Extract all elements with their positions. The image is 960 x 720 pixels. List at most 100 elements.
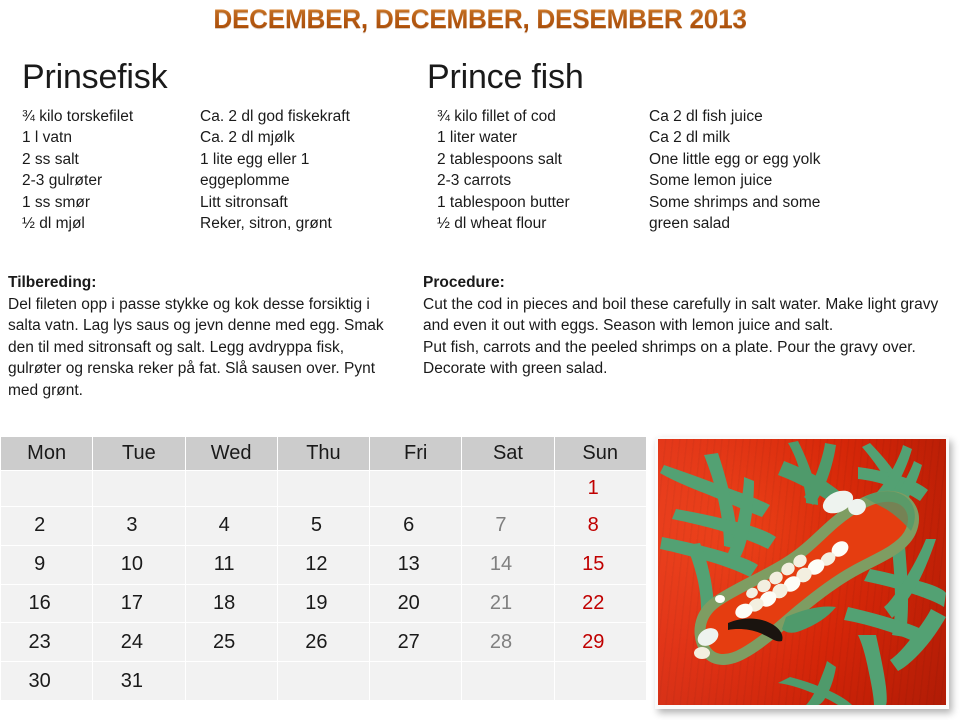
calendar-day-cell[interactable]: 9	[0, 544, 94, 585]
recipe-title-english: Prince fish	[427, 58, 584, 96]
ingredient-item: Ca 2 dl milk	[649, 129, 730, 147]
ingredient-item: 1 l vatn	[22, 129, 72, 147]
calendar-day-cell[interactable]	[276, 661, 371, 701]
calendar-day-cell[interactable]: 25	[184, 622, 278, 663]
calendar-day-cell[interactable]: 6	[369, 506, 463, 546]
calendar-week-row: 9 10 11 12 13 14 15	[0, 544, 647, 585]
ingredient-item: Some lemon juice	[649, 172, 773, 190]
ingredient-item: Ca. 2 dl mjølk	[200, 129, 295, 147]
calendar-december-2013: Mon Tue Wed Thu Fri Sat Sun 1 2 3 4 5 6 …	[0, 436, 647, 701]
calendar-week-row: 23 24 25 26 27 28 29	[0, 622, 647, 663]
calendar-day-cell[interactable]: 15	[553, 544, 647, 585]
calendar-day-cell[interactable]	[369, 470, 463, 507]
page-title: DECEMBER, DECEMBER, DESEMBER 2013	[14, 4, 945, 35]
calendar-day-cell[interactable]: 20	[369, 583, 463, 624]
weekday-header-tue: Tue	[92, 436, 186, 471]
ingredient-item: 2-3 carrots	[437, 172, 512, 190]
ingredient-item: ½ dl mjøl	[22, 215, 85, 233]
ingredients-column-2: Ca 2 dl fish juice Ca 2 dl milk One litt…	[649, 106, 960, 235]
weekday-header-sun: Sun	[553, 436, 647, 471]
procedure-norwegian: Tilbereding: Del fileten opp i passe sty…	[0, 272, 400, 401]
ingredient-item: One little egg or egg yolk	[649, 150, 821, 168]
calendar-day-cell[interactable]: 30	[0, 661, 94, 701]
ingredient-item: 2 tablespoons salt	[437, 150, 562, 168]
calendar-day-cell[interactable]: 21	[461, 583, 555, 624]
weekday-header-fri: Fri	[369, 436, 463, 471]
calendar-day-cell[interactable]	[92, 470, 186, 507]
ingredients-norwegian: ¾ kilo torskefilet 1 l vatn 2 ss salt 2-…	[22, 106, 410, 235]
weekday-header-sat: Sat	[461, 436, 555, 471]
calendar-day-cell[interactable]: 17	[92, 583, 186, 624]
procedure-title-english: Procedure:	[423, 274, 505, 291]
calendar-day-cell[interactable]: 12	[276, 544, 371, 585]
calendar-day-cell[interactable]: 3	[92, 506, 186, 546]
calendar-day-cell[interactable]	[0, 470, 94, 507]
calendar-day-cell[interactable]: 18	[184, 583, 278, 624]
ingredient-item: 1 tablespoon butter	[437, 193, 570, 211]
calendar-day-cell[interactable]	[276, 470, 371, 507]
ingredient-item: Ca 2 dl fish juice	[649, 107, 763, 125]
calendar-day-cell[interactable]: 11	[184, 544, 278, 585]
ingredient-item: 2-3 gulrøter	[22, 172, 103, 190]
calendar-week-row: 2 3 4 5 6 7 8	[0, 506, 647, 546]
recipe-panel-english: Prince fish ¾ kilo fillet of cod 1 liter…	[415, 58, 960, 235]
calendar-day-cell[interactable]: 19	[276, 583, 371, 624]
childrens-fish-painting	[658, 439, 946, 705]
calendar-day-cell[interactable]	[184, 470, 278, 507]
procedure-text-norwegian: Del fileten opp i passe stykke og kok de…	[8, 295, 384, 399]
ingredient-item: eggeplomme	[200, 172, 290, 190]
calendar-day-cell[interactable]: 22	[553, 583, 647, 624]
weekday-header-wed: Wed	[184, 436, 278, 471]
calendar-day-cell[interactable]: 31	[92, 661, 186, 701]
ingredients-column-1: ¾ kilo fillet of cod 1 liter water 2 tab…	[437, 106, 649, 235]
ingredient-item: ¾ kilo torskefilet	[22, 107, 134, 125]
ingredient-item: Some shrimps and some	[649, 193, 821, 211]
calendar-day-cell[interactable]	[553, 661, 647, 701]
procedure-english: Procedure: Cut the cod in pieces and boi…	[415, 272, 960, 380]
ingredient-item: Reker, sitron, grønt	[200, 215, 332, 233]
calendar-day-cell[interactable]: 26	[276, 622, 371, 663]
calendar-day-cell[interactable]	[461, 661, 555, 701]
painting-frame	[655, 437, 949, 709]
calendar-day-cell[interactable]: 8	[553, 506, 647, 546]
calendar-day-cell[interactable]: 2	[0, 506, 94, 546]
ingredient-item: Ca. 2 dl god fiskekraft	[200, 107, 350, 125]
recipe-title-norwegian: Prinsefisk	[22, 58, 168, 96]
ingredients-english: ¾ kilo fillet of cod 1 liter water 2 tab…	[437, 106, 960, 235]
ingredient-item: 1 liter water	[437, 129, 518, 147]
calendar-day-cell[interactable]: 16	[0, 583, 94, 624]
procedure-text-english-2: Put fish, carrots and the peeled shrimps…	[423, 338, 916, 378]
calendar-day-cell[interactable]: 5	[276, 506, 371, 546]
ingredient-item: green salad	[649, 215, 731, 233]
calendar-day-cell[interactable]: 14	[461, 544, 555, 585]
calendar-day-cell[interactable]	[369, 661, 463, 701]
calendar-week-row: 1	[0, 470, 647, 507]
weekday-header-mon: Mon	[0, 436, 94, 471]
ingredient-item: 2 ss salt	[22, 150, 79, 168]
calendar-day-cell[interactable]: 7	[461, 506, 555, 546]
plant-shape-bottom	[778, 661, 852, 705]
calendar-day-cell[interactable]: 29	[553, 622, 647, 663]
recipe-panel-norwegian: Prinsefisk ¾ kilo torskefilet 1 l vatn 2…	[0, 58, 410, 235]
weekday-header-thu: Thu	[276, 436, 371, 471]
calendar-header-row: Mon Tue Wed Thu Fri Sat Sun	[0, 436, 647, 471]
calendar-day-cell[interactable]: 4	[184, 506, 278, 546]
calendar-day-cell[interactable]: 27	[369, 622, 463, 663]
calendar-day-cell[interactable]	[184, 661, 278, 701]
calendar-day-cell[interactable]: 23	[0, 622, 94, 663]
calendar-day-cell[interactable]: 10	[92, 544, 186, 585]
calendar-week-row: 30 31	[0, 661, 647, 701]
ingredient-item: Litt sitronsaft	[200, 193, 288, 211]
calendar-day-cell[interactable]: 24	[92, 622, 186, 663]
calendar-day-cell[interactable]: 13	[369, 544, 463, 585]
procedure-text-english: Cut the cod in pieces and boil these car…	[423, 295, 939, 335]
calendar-day-cell[interactable]: 1	[553, 470, 647, 507]
calendar-day-cell[interactable]	[461, 470, 555, 507]
ingredient-item: ¾ kilo fillet of cod	[437, 107, 556, 125]
procedure-title-norwegian: Tilbereding:	[8, 274, 97, 291]
calendar-day-cell[interactable]: 28	[461, 622, 555, 663]
ingredient-item: ½ dl wheat flour	[437, 215, 547, 233]
ingredient-item: 1 lite egg eller 1	[200, 150, 310, 168]
painting-artwork	[660, 441, 946, 705]
ingredients-column-2: Ca. 2 dl god fiskekraft Ca. 2 dl mjølk 1…	[200, 106, 410, 235]
